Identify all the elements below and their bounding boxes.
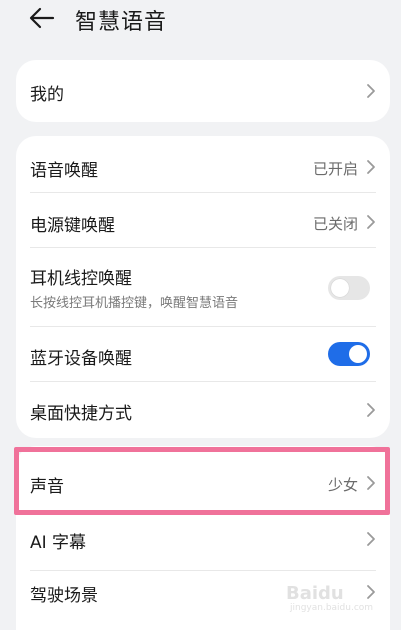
list-item-label: 蓝牙设备唤醒 bbox=[30, 349, 132, 369]
chevron-right-icon bbox=[366, 475, 376, 491]
toggle-knob bbox=[349, 345, 367, 363]
list-item-ai-subtitle[interactable]: AI 字幕 bbox=[16, 516, 390, 570]
list-item-power-key-wakeup[interactable]: 电源键唤醒 已关闭 bbox=[16, 193, 390, 247]
chevron-right-icon bbox=[366, 531, 376, 547]
list-item-value: 少女 bbox=[327, 476, 358, 494]
list-item-description: 长按线控耳机播控键，唤醒智慧语音 bbox=[30, 296, 239, 311]
list-item-voice-wakeup[interactable]: 语音唤醒 已开启 bbox=[16, 136, 390, 192]
list-item-label: 电源键唤醒 bbox=[30, 216, 115, 236]
card-my: 我的 bbox=[16, 60, 390, 122]
list-item-bluetooth-wakeup: 蓝牙设备唤醒 bbox=[16, 327, 390, 381]
page-title: 智慧语音 bbox=[75, 10, 168, 35]
list-item-desktop-shortcut[interactable]: 桌面快捷方式 bbox=[16, 382, 390, 438]
chevron-right-icon bbox=[366, 214, 376, 230]
list-item-label: 耳机线控唤醒 bbox=[30, 269, 132, 289]
watermark-logo: Baidu jingyan.baidu.com bbox=[286, 583, 386, 617]
list-item-label: 语音唤醒 bbox=[30, 161, 98, 181]
chevron-right-icon bbox=[366, 159, 376, 175]
chevron-right-icon bbox=[366, 402, 376, 418]
top-bar: 智慧语音 bbox=[0, 0, 401, 40]
toggle-knob bbox=[331, 279, 349, 297]
earphone-wakeup-toggle[interactable] bbox=[328, 276, 370, 300]
watermark-sub: jingyan.baidu.com bbox=[290, 603, 374, 613]
list-item-label: 声音 bbox=[30, 477, 64, 497]
list-item-sound[interactable]: 声音 少女 bbox=[16, 446, 390, 516]
list-item-label: 桌面快捷方式 bbox=[30, 404, 132, 424]
chevron-right-icon bbox=[366, 83, 376, 99]
list-item-my[interactable]: 我的 bbox=[16, 60, 390, 122]
list-item-label: 我的 bbox=[30, 85, 64, 105]
list-item-earphone-wakeup: 耳机线控唤醒 长按线控耳机播控键，唤醒智慧语音 bbox=[16, 248, 390, 326]
back-arrow-icon[interactable] bbox=[28, 6, 56, 30]
list-item-label: AI 字幕 bbox=[30, 533, 87, 553]
watermark-brand: Baidu bbox=[286, 583, 344, 604]
bluetooth-wakeup-toggle[interactable] bbox=[328, 342, 370, 366]
list-item-value: 已关闭 bbox=[312, 215, 358, 233]
list-item-label: 驾驶场景 bbox=[30, 586, 98, 606]
card-wakeup: 语音唤醒 已开启 电源键唤醒 已关闭 耳机线控唤醒 长按线控耳机播控键，唤醒智慧… bbox=[16, 136, 390, 438]
list-item-value: 已开启 bbox=[312, 160, 358, 178]
